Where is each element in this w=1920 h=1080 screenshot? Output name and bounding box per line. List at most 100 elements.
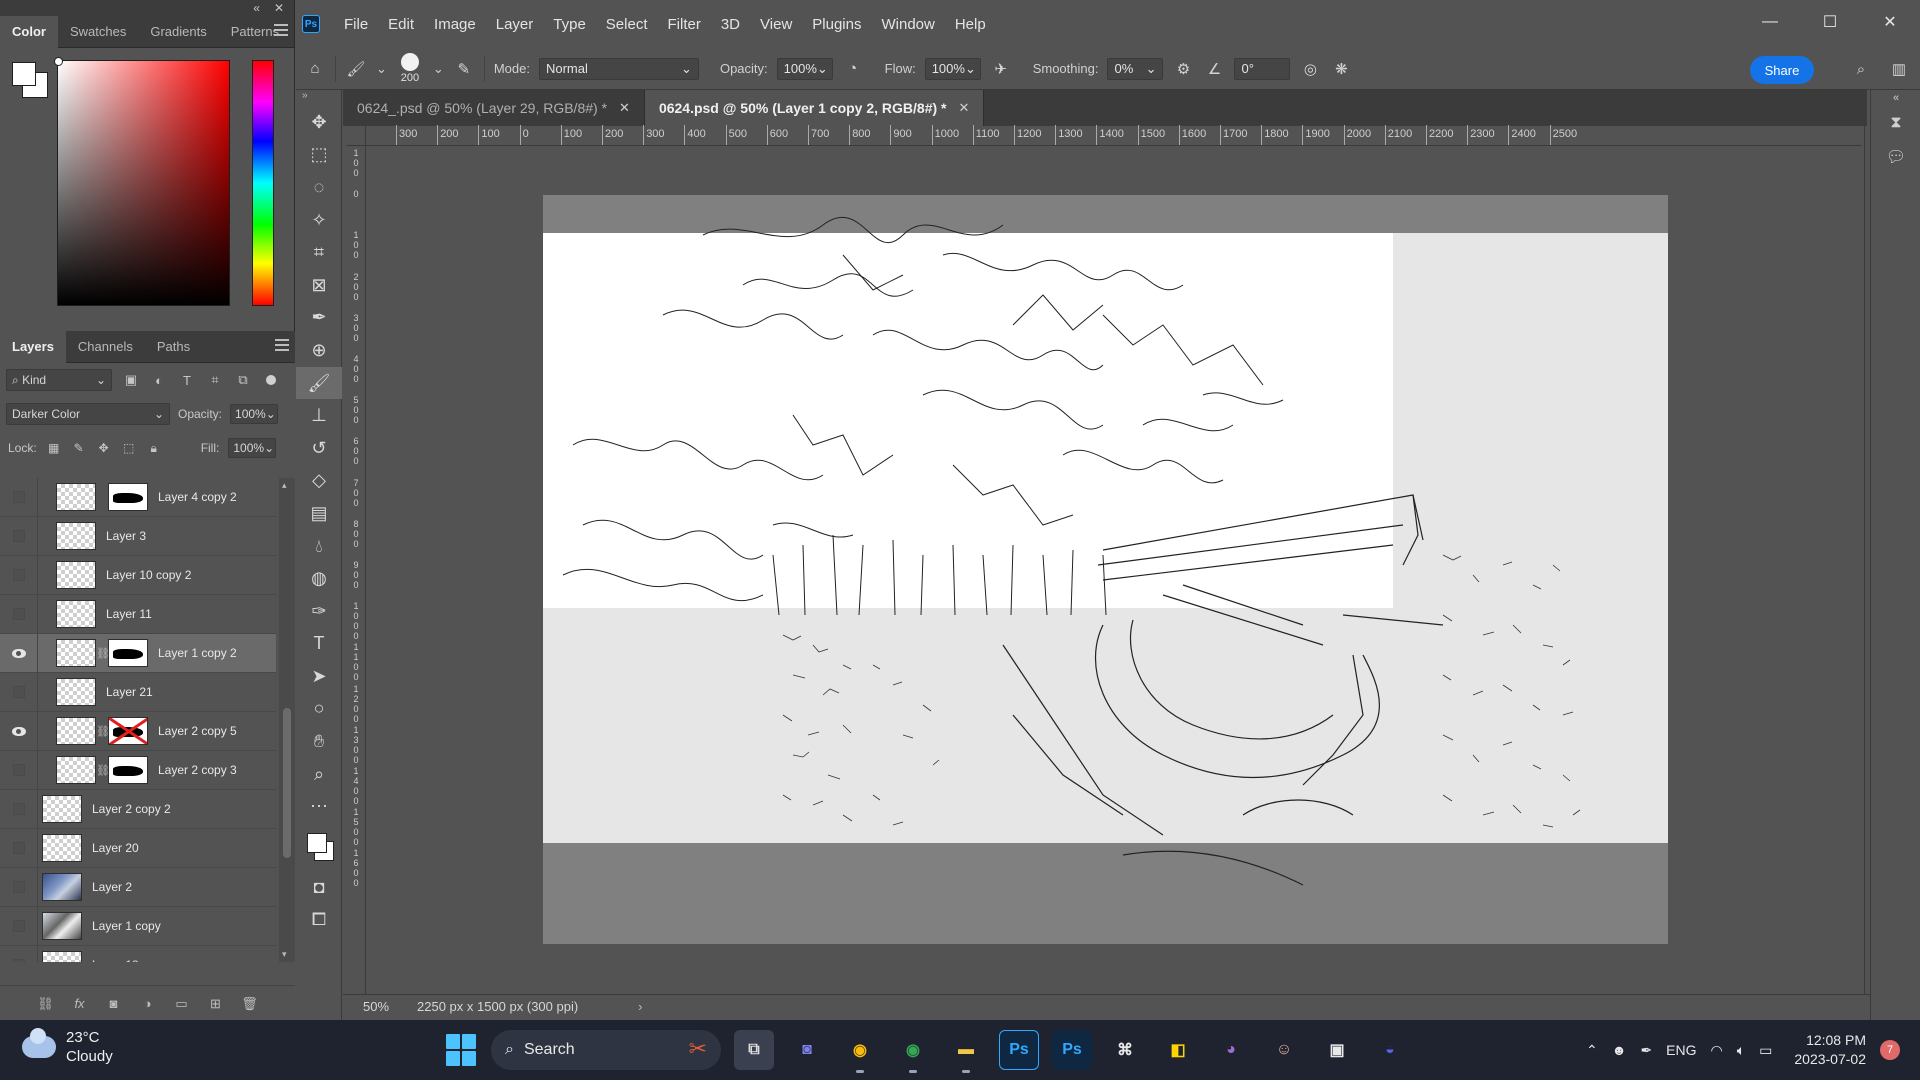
layer-row[interactable]: Layer 10 copy 2 <box>0 555 276 595</box>
hand-tool-icon[interactable]: ✋︎ <box>296 725 342 758</box>
mode-select[interactable]: Normal ⌄ <box>538 57 699 80</box>
battery-icon[interactable]: ▭ <box>1759 1042 1772 1059</box>
filter-toggle-icon[interactable] <box>266 375 276 385</box>
layer-thumbnail[interactable] <box>56 483 96 511</box>
layer-row[interactable]: ⛓ Layer 2 copy 3 <box>0 750 276 790</box>
lock-pixels-icon[interactable]: ✎ <box>71 440 87 456</box>
lock-all-icon[interactable]: 🔒︎ <box>146 440 162 456</box>
close-icon[interactable]: ✕ <box>959 100 970 116</box>
layer-mask-thumbnail[interactable] <box>108 639 148 667</box>
openai-icon[interactable]: ⌘ <box>1105 1030 1145 1070</box>
mask-link-icon[interactable]: ⛓ <box>96 725 110 738</box>
lock-artboard-icon[interactable]: ⬚ <box>121 440 137 456</box>
layer-thumbnail[interactable] <box>42 795 82 823</box>
vertical-ruler[interactable]: 1000100200300400500600700800900100011001… <box>346 146 366 1000</box>
expand-panels-icon[interactable]: « <box>1871 90 1920 106</box>
quick-mask-icon[interactable]: ◘ <box>296 871 342 904</box>
fill-field[interactable]: 100% ⌄ <box>228 438 277 458</box>
frame-tool-icon[interactable]: ⊠ <box>296 269 342 302</box>
visibility-toggle[interactable] <box>0 594 38 634</box>
share-button[interactable]: Share <box>1750 56 1814 84</box>
layer-row[interactable]: Layer 11 <box>0 594 276 634</box>
ruler-corner[interactable] <box>346 126 366 146</box>
minimize-button[interactable]: — <box>1740 0 1800 44</box>
tab-channels[interactable]: Channels <box>66 331 145 363</box>
blend-mode-select[interactable]: Darker Color ⌄ <box>6 403 170 425</box>
smoothing-field[interactable]: 0% ⌄ <box>1107 57 1164 80</box>
visibility-toggle[interactable] <box>0 945 38 962</box>
ellipse-tool-icon[interactable]: ○ <box>296 693 342 726</box>
pressure-size-icon[interactable]: ◎ <box>1299 58 1321 80</box>
hue-slider[interactable] <box>252 60 274 306</box>
taskbar-search[interactable]: ⌕ Search ✂ <box>491 1030 721 1070</box>
document-canvas[interactable] <box>543 195 1668 944</box>
eraser-tool-icon[interactable]: ◇ <box>296 465 342 498</box>
color-picker-marker[interactable] <box>54 57 63 66</box>
layer-thumbnail[interactable] <box>42 912 82 940</box>
brush-preset-icon[interactable]: 🖌︎ <box>345 58 367 80</box>
visibility-toggle[interactable] <box>0 906 38 946</box>
angle-field[interactable]: 0° <box>1234 57 1291 80</box>
layers-scrollbar[interactable]: ▴ ▾ <box>279 478 295 962</box>
zoom-tool-icon[interactable]: ⌕ <box>296 758 342 791</box>
layer-row[interactable]: ⛓ Layer 1 copy 2 <box>0 633 276 673</box>
layer-thumbnail[interactable] <box>56 600 96 628</box>
tab-paths[interactable]: Paths <box>145 331 202 363</box>
visibility-toggle[interactable] <box>0 711 38 751</box>
visibility-toggle[interactable] <box>0 672 38 712</box>
mask-link-icon[interactable]: ⛓ <box>96 647 110 660</box>
layer-row[interactable]: Layer 18 <box>0 945 276 962</box>
scroll-up-icon[interactable]: ▴ <box>282 480 287 491</box>
filter-smart-object-icon[interactable]: ⧉ <box>234 371 252 389</box>
comments-panel-icon[interactable]: 💬︎ <box>1871 140 1920 174</box>
layer-row[interactable]: Layer 3 <box>0 516 276 556</box>
layer-thumbnail[interactable] <box>42 834 82 862</box>
zoom-level[interactable]: 50% <box>343 999 403 1014</box>
layer-row[interactable]: Layer 2 <box>0 867 276 907</box>
photoshop-logo[interactable]: Ps <box>302 15 320 33</box>
file-explorer-icon[interactable]: ▬ <box>946 1030 986 1073</box>
layer-mask-thumbnail[interactable] <box>108 756 148 784</box>
crop-tool-icon[interactable]: ⌗ <box>296 236 342 269</box>
tab-gradients[interactable]: Gradients <box>138 16 218 48</box>
stamp-tool-icon[interactable]: ⊥ <box>296 399 342 432</box>
healing-brush-tool-icon[interactable]: ⊕ <box>296 334 342 367</box>
dodge-tool-icon[interactable]: ◍ <box>296 562 342 595</box>
menu-file[interactable]: File <box>334 16 378 33</box>
layer-name[interactable]: Layer 1 copy 2 <box>158 646 237 660</box>
tab-swatches[interactable]: Swatches <box>58 16 138 48</box>
move-tool-icon[interactable]: ✥ <box>296 106 342 139</box>
foreground-color-swatch[interactable] <box>12 62 36 86</box>
layer-thumbnail[interactable] <box>42 951 82 962</box>
tray-app-icon[interactable]: ☻ <box>1612 1042 1627 1058</box>
chrome-icon[interactable]: ◉ <box>840 1030 880 1073</box>
blur-tool-icon[interactable]: 💧︎ <box>296 530 342 563</box>
clock[interactable]: 12:08 PM 2023-07-02 <box>1794 1031 1866 1069</box>
layer-name[interactable]: Layer 20 <box>92 841 139 855</box>
layer-mask-thumbnail[interactable] <box>108 717 148 745</box>
sticky-notes-icon[interactable]: ◧ <box>1158 1030 1198 1070</box>
menu-select[interactable]: Select <box>596 16 658 33</box>
magic-wand-tool-icon[interactable]: ✧ <box>296 204 342 237</box>
lock-transparency-icon[interactable]: ▦ <box>46 440 62 456</box>
fx-icon[interactable]: fx <box>71 995 89 1013</box>
layer-thumbnail[interactable] <box>56 678 96 706</box>
doc-tab-0624_[interactable]: 0624_.psd @ 50% (Layer 29, RGB/8#) * ✕ <box>343 90 645 126</box>
layer-name[interactable]: Layer 3 <box>106 529 146 543</box>
layer-thumbnail[interactable] <box>56 522 96 550</box>
airbrush-icon[interactable]: ✈ <box>990 58 1012 80</box>
tab-color[interactable]: Color <box>0 15 58 48</box>
new-layer-icon[interactable]: ⊞ <box>207 995 225 1013</box>
more-tools-icon[interactable]: ⋯ <box>296 790 342 823</box>
close-icon[interactable]: ✕ <box>619 100 630 116</box>
visibility-toggle[interactable] <box>0 478 38 517</box>
layer-name[interactable]: Layer 10 copy 2 <box>106 568 191 582</box>
menu-help[interactable]: Help <box>945 16 996 33</box>
photoshop-alt-taskbar-icon[interactable]: Ps <box>1052 1030 1092 1070</box>
chevron-down-icon[interactable]: ⌄ <box>376 61 387 77</box>
symmetry-icon[interactable]: ❋ <box>1330 58 1352 80</box>
visibility-toggle[interactable] <box>0 789 38 829</box>
layer-mask-thumbnail[interactable] <box>108 483 148 511</box>
maximize-button[interactable]: ☐ <box>1800 0 1860 44</box>
add-mask-icon[interactable]: ◙ <box>105 995 123 1013</box>
